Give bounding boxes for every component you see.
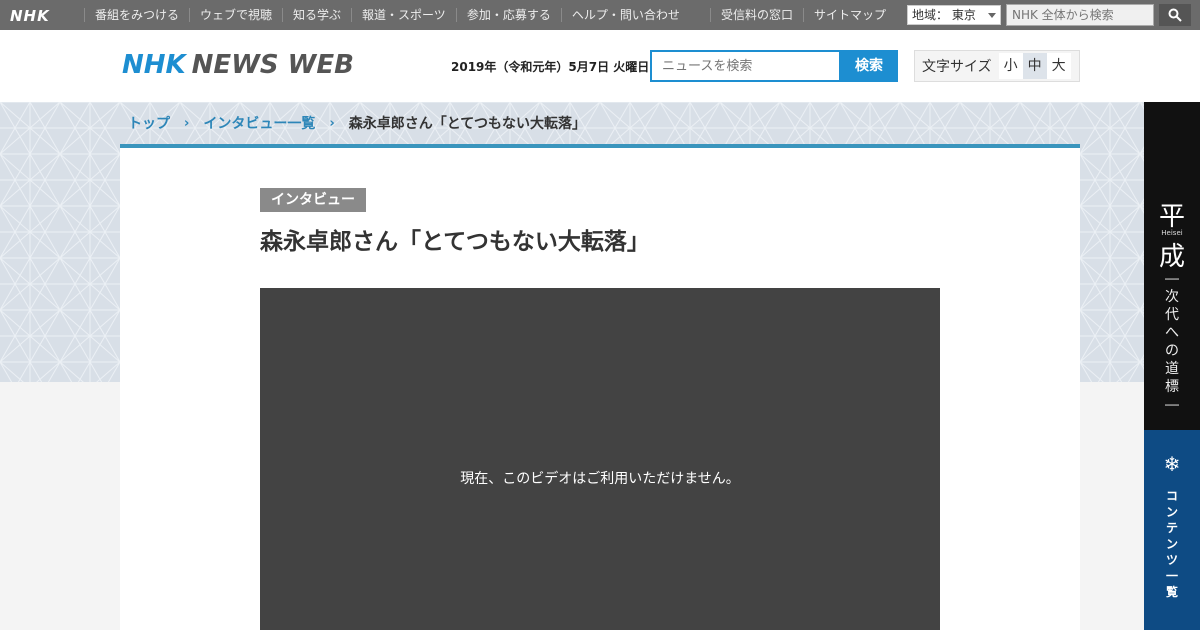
- global-search-button[interactable]: [1159, 4, 1191, 26]
- global-link-reception-fee[interactable]: 受信料の窓口: [710, 8, 803, 22]
- logo-news-web-text: NEWS WEB: [191, 50, 354, 80]
- breadcrumb-item-interview-list[interactable]: インタビュー一覧: [203, 113, 315, 133]
- video-unavailable-message: 現在、このビデオはご利用いただけません。: [460, 471, 740, 487]
- chevron-right-icon: ›: [184, 115, 190, 131]
- chevron-down-icon: [988, 13, 996, 18]
- article-card: インタビュー 森永卓郎さん「とてつもない大転落」 現在、このビデオはご利用いただ…: [120, 148, 1080, 630]
- global-nav-item-news-sports[interactable]: 報道・スポーツ: [351, 8, 456, 22]
- global-nav-item-watch-web[interactable]: ウェブで視聴: [189, 8, 282, 22]
- nhk-global-logo[interactable]: NHK: [10, 7, 50, 25]
- global-nav: 番組をみつける ウェブで視聴 知る学ぶ 報道・スポーツ 参加・応募する ヘルプ・…: [84, 0, 690, 30]
- heisei-banner[interactable]: 平 Heisei 成 ―次代への道標―: [1144, 102, 1200, 430]
- global-nav-item-participate[interactable]: 参加・応募する: [455, 8, 561, 22]
- global-nav-item-learn[interactable]: 知る学ぶ: [282, 8, 351, 22]
- nhk-news-web-logo[interactable]: NHK NEWS WEB: [122, 50, 354, 80]
- chevron-right-icon: ›: [329, 115, 335, 131]
- search-icon: [1168, 8, 1182, 22]
- region-select[interactable]: 地域： 東京: [907, 5, 1001, 25]
- current-date: 2019年（令和元年）5月7日 火曜日: [451, 60, 650, 74]
- breadcrumb: トップ › インタビュー一覧 › 森永卓郎さん「とてつもない大転落」: [120, 102, 1080, 148]
- global-bar: NHK 番組をみつける ウェブで視聴 知る学ぶ 報道・スポーツ 参加・応募する …: [0, 0, 1200, 30]
- page-title: 森永卓郎さん「とてつもない大転落」: [260, 229, 650, 255]
- video-player[interactable]: 現在、このビデオはご利用いただけません。: [260, 288, 940, 630]
- news-search-button[interactable]: 検索: [840, 50, 898, 82]
- news-search-input[interactable]: [650, 50, 841, 82]
- category-tag[interactable]: インタビュー: [260, 188, 366, 212]
- font-size-medium-button[interactable]: 中: [1022, 53, 1047, 79]
- global-nav-item-help[interactable]: ヘルプ・問い合わせ: [560, 8, 690, 22]
- global-search-input[interactable]: [1006, 4, 1154, 26]
- font-size-large-button[interactable]: 大: [1046, 53, 1071, 79]
- logo-nhk-text: NHK: [122, 50, 186, 80]
- breadcrumb-item-top[interactable]: トップ: [128, 113, 170, 133]
- site-header: NHKNEWS WEB 2019年（令和元年）5月7日 火曜日 検索 文字サイズ…: [0, 30, 1200, 102]
- heisei-subtitle: ―次代への道標―: [1165, 271, 1179, 413]
- snowflake-icon: ❄: [1163, 452, 1181, 476]
- heisei-char-sei: 成: [1158, 242, 1185, 272]
- region-select-value: 地域： 東京: [912, 8, 976, 22]
- global-link-sitemap[interactable]: サイトマップ: [803, 8, 896, 22]
- heisei-char-hei: 平: [1158, 202, 1185, 232]
- font-size-switcher: 文字サイズ 小 中 大: [914, 50, 1080, 82]
- font-size-label: 文字サイズ: [922, 59, 992, 75]
- global-right-links: 受信料の窓口 サイトマップ: [710, 0, 896, 30]
- breadcrumb-current: 森永卓郎さん「とてつもない大転落」: [348, 116, 587, 132]
- contents-list-banner[interactable]: ❄ コンテンツ一覧: [1144, 430, 1200, 630]
- contents-list-label: コンテンツ一覧: [1165, 489, 1178, 599]
- global-nav-item-programs[interactable]: 番組をみつける: [84, 8, 189, 22]
- font-size-small-button[interactable]: 小: [998, 53, 1023, 79]
